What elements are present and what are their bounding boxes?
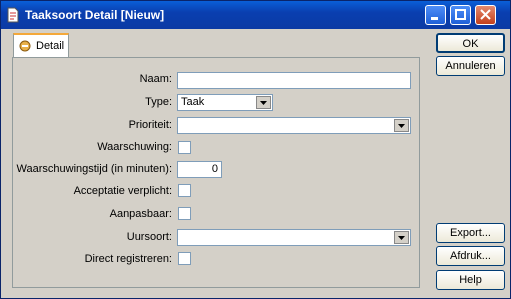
annuleren-button[interactable]: Annuleren [436,56,505,76]
export-button[interactable]: Export... [436,223,505,243]
naam-label: Naam: [139,73,172,85]
prioriteit-select[interactable] [177,117,411,134]
title-bar[interactable]: Taaksoort Detail [Nieuw] [1,1,510,29]
acceptatie-checkbox[interactable] [178,184,191,197]
waarschuwingstijd-input[interactable]: 0 [177,161,222,178]
waarschuwing-label: Waarschuwing: [97,141,172,153]
ok-button[interactable]: OK [436,33,505,53]
close-button[interactable] [475,5,496,25]
type-label: Type: [145,96,172,108]
naam-input[interactable] [177,72,411,89]
detail-icon [18,39,32,56]
document-icon [6,7,20,23]
prioriteit-label: Prioriteit: [128,119,172,131]
help-button[interactable]: Help [436,270,505,290]
aanpasbaar-checkbox[interactable] [178,207,191,220]
tab-detail[interactable]: Detail [13,33,69,57]
tab-label: Detail [36,40,65,52]
afdruk-button[interactable]: Afdruk... [436,246,505,266]
type-value: Taak [181,96,205,108]
uursoort-select[interactable] [177,229,411,246]
chevron-down-icon[interactable] [256,96,271,109]
direct-registreren-checkbox[interactable] [178,252,191,265]
type-select[interactable]: Taak [177,94,273,111]
waarschuwing-checkbox[interactable] [178,141,191,154]
maximize-button[interactable] [450,5,471,25]
uursoort-label: Uursoort: [126,231,172,243]
chevron-down-icon[interactable] [394,231,409,244]
window-title: Taaksoort Detail [Nieuw] [25,8,165,22]
dialog-window: Taaksoort Detail [Nieuw] Detail Naam: Ty… [0,0,511,299]
chevron-down-icon[interactable] [394,119,409,132]
waarschuwingstijd-label: Waarschuwingstijd (in minuten): [16,163,172,175]
acceptatie-label: Acceptatie verplicht: [73,185,172,197]
direct-label: Direct registreren: [84,253,172,265]
minimize-button[interactable] [425,5,446,25]
aanpasbaar-label: Aanpasbaar: [109,208,172,220]
